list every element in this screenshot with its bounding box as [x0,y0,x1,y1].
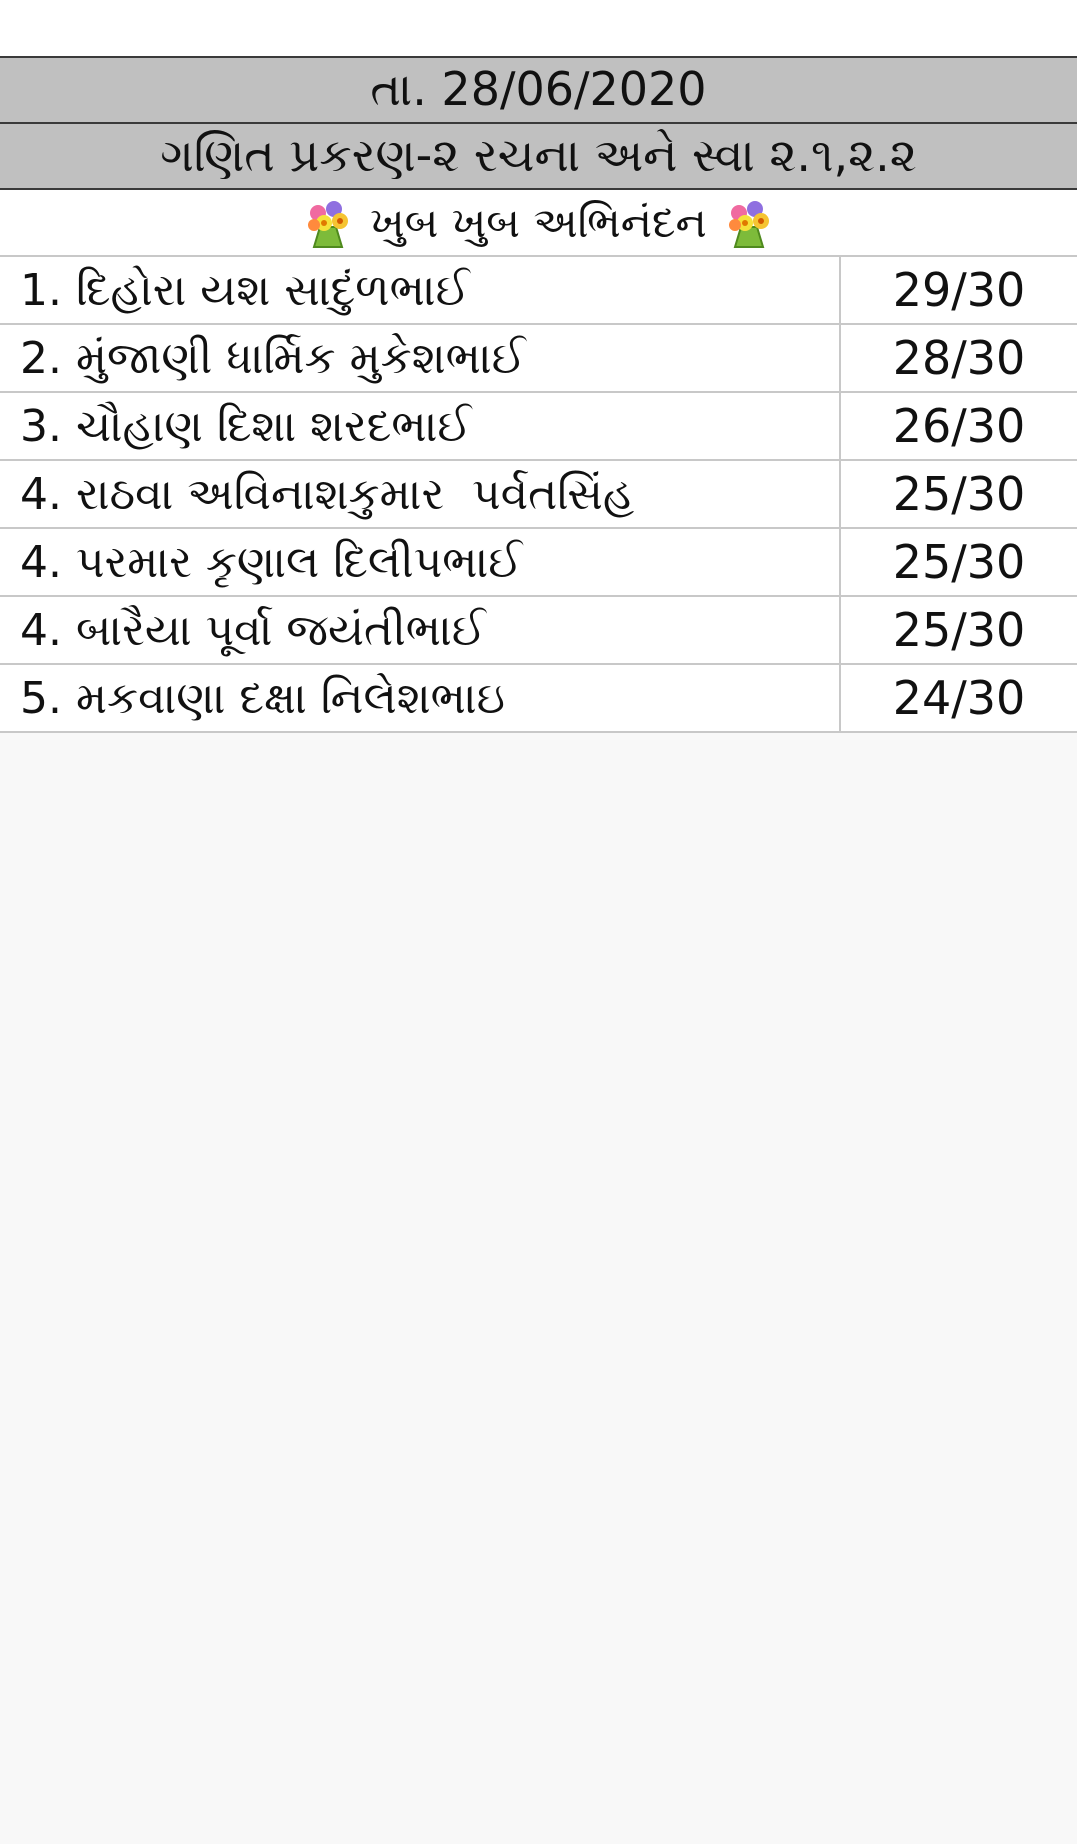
student-name: 4. રાઠવા અવિનાશકુમાર પર્વતસિંહ [0,461,841,527]
congrats-label: ખુબ ખુબ અભિનંદન [370,197,707,247]
table-row: 3. ચૌહાણ દિશા શરદભાઈ 26/30 [0,393,1077,461]
results-table: 1. દિહોરા યશ સાદુંળભાઈ 29/30 2. મુંજાણી … [0,257,1077,733]
student-name: 2. મુંજાણી ધાર્મિક મુકેશભાઈ [0,325,841,391]
topic-header: ગણિત પ્રકરણ-૨ રચના અને સ્વા ૨.૧,૨.૨ [0,122,1077,190]
student-score: 25/30 [892,535,1026,589]
student-score: 25/30 [892,603,1026,657]
bouquet-icon [728,200,769,248]
bouquet-icon [308,200,349,248]
date-header: તા. 28/06/2020 [0,56,1077,122]
student-score: 26/30 [892,399,1026,453]
table-row: 2. મુંજાણી ધાર્મિક મુકેશભાઈ 28/30 [0,325,1077,393]
student-name: 5. મકવાણા દક્ષા નિલેશભાઇ [0,665,841,731]
table-row: 4. પરમાર કૃણાલ દિલીપભાઈ 25/30 [0,529,1077,597]
date-label: તા. 28/06/2020 [370,62,707,116]
table-row: 5. મકવાણા દક્ષા નિલેશભાઇ 24/30 [0,665,1077,733]
top-blank-bar [0,0,1077,56]
student-name: 1. દિહોરા યશ સાદુંળભાઈ [0,257,841,323]
student-name: 3. ચૌહાણ દિશા શરદભાઈ [0,393,841,459]
congrats-row: ખુબ ખુબ અભિનંદન [0,190,1077,257]
table-row: 4. રાઠવા અવિનાશકુમાર પર્વતસિંહ 25/30 [0,461,1077,529]
table-row: 1. દિહોરા યશ સાદુંળભાઈ 29/30 [0,257,1077,325]
results-sheet: તા. 28/06/2020 ગણિત પ્રકરણ-૨ રચના અને સ્… [0,56,1077,733]
student-score: 24/30 [892,671,1026,725]
student-score: 29/30 [892,263,1026,317]
student-score: 28/30 [892,331,1026,385]
student-score: 25/30 [892,467,1026,521]
table-row: 4. બારૈયા પૂર્વા જયંતીભાઈ 25/30 [0,597,1077,665]
student-name: 4. પરમાર કૃણાલ દિલીપભાઈ [0,529,841,595]
topic-label: ગણિત પ્રકરણ-૨ રચના અને સ્વા ૨.૧,૨.૨ [160,128,917,182]
student-name: 4. બારૈયા પૂર્વા જયંતીભાઈ [0,597,841,663]
